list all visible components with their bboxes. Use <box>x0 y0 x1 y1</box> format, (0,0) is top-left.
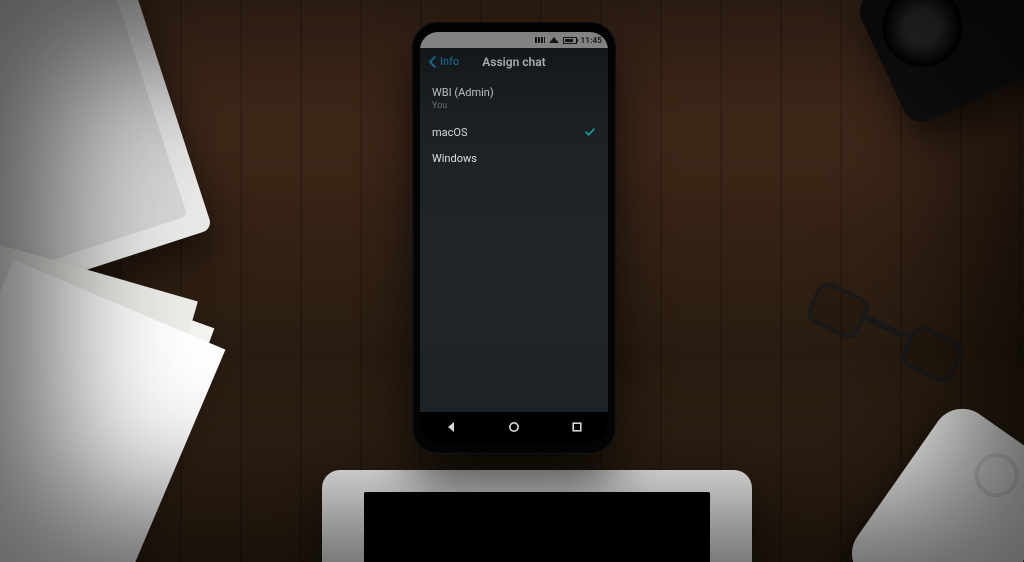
assignee-row[interactable]: macOS <box>420 118 608 147</box>
chevron-left-icon <box>428 56 438 68</box>
phone-frame: 11:45 Info Assign chat WBI (Admin) You <box>412 22 616 454</box>
assignee-name: macOS <box>432 126 468 140</box>
assignee-list: WBI (Admin) You macOS Windows <box>420 76 608 412</box>
assignee-row[interactable]: WBI (Admin) You <box>420 80 608 118</box>
android-back-button[interactable] <box>442 418 460 436</box>
assignee-subtitle: You <box>432 101 494 112</box>
wifi-icon <box>549 37 559 43</box>
phone-screen: 11:45 Info Assign chat WBI (Admin) You <box>420 32 608 442</box>
status-time: 11:45 <box>581 36 602 45</box>
assignee-name: WBI (Admin) <box>432 86 494 100</box>
back-button[interactable]: Info <box>424 48 463 75</box>
checkmark-icon <box>584 123 596 142</box>
battery-icon <box>563 37 577 44</box>
android-recent-button[interactable] <box>568 418 586 436</box>
tablet-prop <box>322 470 752 562</box>
status-bar: 11:45 <box>420 32 608 48</box>
back-label: Info <box>440 55 459 68</box>
assignee-name: Windows <box>432 152 477 166</box>
nav-header: Info Assign chat <box>420 48 608 76</box>
android-nav-bar <box>420 412 608 442</box>
page-title: Assign chat <box>482 55 545 69</box>
cellular-signal-icon <box>535 37 545 43</box>
assignee-row[interactable]: Windows <box>420 147 608 171</box>
android-home-button[interactable] <box>505 418 523 436</box>
